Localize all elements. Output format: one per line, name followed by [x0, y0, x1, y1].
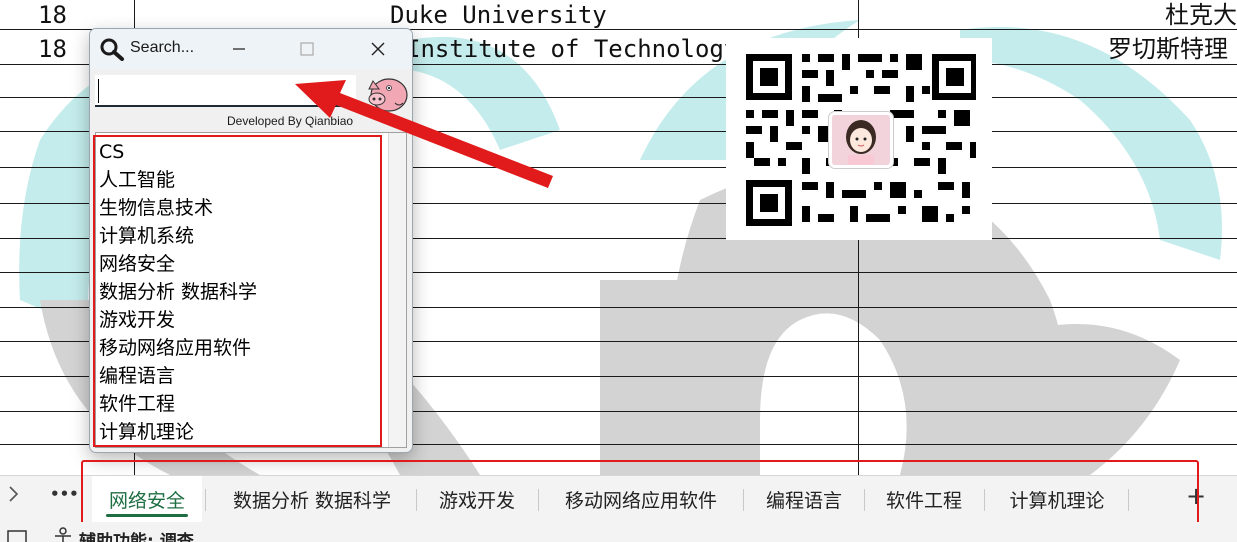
cell-university-cn[interactable]: 罗切斯特理 [1108, 34, 1228, 64]
developer-credit: Developed By Qianbiao [227, 114, 354, 128]
list-scrollbar[interactable] [388, 133, 406, 447]
accessibility-status[interactable]: 辅助功能: 调查 [79, 527, 194, 542]
tab-sheet[interactable]: 移动网络应用软件 [543, 476, 739, 523]
maximize-button[interactable] [284, 29, 330, 69]
tab-sheet[interactable]: 软件工程 [868, 476, 980, 523]
category-listbox[interactable]: CS 人工智能 生物信息技术 计算机系统 网络安全 数据分析 数据科学 游戏开发… [95, 132, 407, 448]
search-dialog-window: Search... Developed By Qianbiao CS 人工智能 … [89, 28, 413, 453]
maximize-icon [300, 42, 314, 56]
chevron-right-icon[interactable] [7, 485, 19, 508]
more-icon[interactable]: ••• [50, 485, 79, 503]
close-icon [371, 42, 385, 56]
list-item[interactable]: 计算机理论 [99, 419, 194, 445]
tab-sheet[interactable]: 编程语言 [748, 476, 860, 523]
cell-university-cn[interactable]: 杜克大 [1165, 0, 1237, 30]
list-item[interactable]: 人工智能 [99, 167, 175, 193]
list-item[interactable]: 计算机系统 [99, 223, 194, 249]
dialog-titlebar[interactable]: Search... [90, 29, 412, 69]
pig-logo [365, 73, 409, 113]
cell-rank[interactable]: 18 [38, 0, 67, 30]
tab-label: 网络安全 [108, 490, 185, 512]
add-sheet-icon[interactable]: + [1186, 482, 1206, 510]
tab-sheet[interactable]: 计算机理论 [989, 476, 1125, 523]
status-bar: 辅助功能: 调查 [0, 522, 1237, 542]
tab-sheet-active[interactable]: 网络安全 [92, 476, 202, 523]
qr-avatar-image [829, 112, 893, 168]
tab-sheet[interactable]: 游戏开发 [420, 476, 534, 523]
list-item[interactable]: 软件工程 [99, 391, 175, 417]
dialog-title: Search... [130, 39, 195, 56]
list-item[interactable]: 生物信息技术 [99, 195, 213, 221]
search-input[interactable] [95, 75, 356, 107]
list-item[interactable]: CS [99, 139, 124, 165]
cell-rank[interactable]: 18 [38, 34, 67, 64]
cell-university-en[interactable]: Duke University [390, 0, 607, 30]
search-icon [99, 37, 125, 65]
tab-sheet[interactable]: 数据分析 数据科学 [211, 476, 413, 523]
list-item[interactable]: 游戏开发 [99, 307, 175, 333]
accessibility-icon[interactable] [52, 526, 74, 542]
text-caret [98, 79, 99, 103]
minimize-icon [233, 48, 245, 50]
page-view-icon[interactable] [6, 528, 28, 542]
list-item[interactable]: 编程语言 [99, 363, 175, 389]
cell-university-en[interactable]: Institute of Technology [406, 34, 738, 64]
sheet-tab-bar: ••• 网络安全 数据分析 数据科学 游戏开发 移动网络应用软件 编程语言 软件… [0, 475, 1237, 523]
list-item[interactable]: 网络安全 [99, 251, 175, 277]
list-item[interactable]: 移动网络应用软件 [99, 335, 251, 361]
active-tab-indicator [106, 514, 188, 517]
close-button[interactable] [355, 29, 401, 69]
list-item[interactable]: 数据分析 数据科学 [99, 279, 257, 305]
minimize-button[interactable] [216, 29, 262, 69]
